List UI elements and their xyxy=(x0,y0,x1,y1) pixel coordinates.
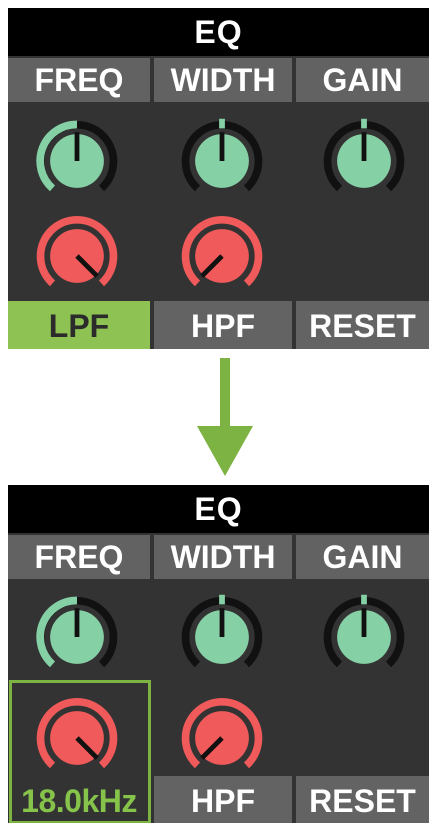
hpf-button[interactable]: HPF xyxy=(154,301,292,349)
reset-button[interactable]: RESET xyxy=(296,776,429,823)
eq-panel-after: EQ FREQ WIDTH GAIN 18.0kHz HPF RESET xyxy=(8,485,429,823)
lpf-knob[interactable] xyxy=(29,208,125,304)
eq-title: EQ xyxy=(8,485,429,533)
lpf-button[interactable]: LPF xyxy=(8,301,150,349)
width-header: WIDTH xyxy=(154,535,292,579)
freq-header: FREQ xyxy=(8,535,150,579)
lpf-knob[interactable] xyxy=(29,690,125,786)
freq-knob[interactable] xyxy=(29,113,125,209)
reset-button[interactable]: RESET xyxy=(296,301,429,349)
gain-header: GAIN xyxy=(296,58,429,102)
gain-knob[interactable] xyxy=(316,589,412,685)
lpf-frequency-readout: 18.0kHz xyxy=(21,783,137,819)
hpf-knob[interactable] xyxy=(174,690,270,786)
gain-knob[interactable] xyxy=(316,113,412,209)
width-knob[interactable] xyxy=(174,589,270,685)
width-header: WIDTH xyxy=(154,58,292,102)
gain-header: GAIN xyxy=(296,535,429,579)
hpf-button[interactable]: HPF xyxy=(154,776,292,823)
width-knob[interactable] xyxy=(174,113,270,209)
down-arrow-icon xyxy=(197,358,253,476)
freq-header: FREQ xyxy=(8,58,150,102)
freq-knob[interactable] xyxy=(29,589,125,685)
eq-title: EQ xyxy=(8,8,429,56)
eq-panel-before: EQ FREQ WIDTH GAIN LPF HPF RESET xyxy=(8,8,429,349)
hpf-knob[interactable] xyxy=(174,208,270,304)
